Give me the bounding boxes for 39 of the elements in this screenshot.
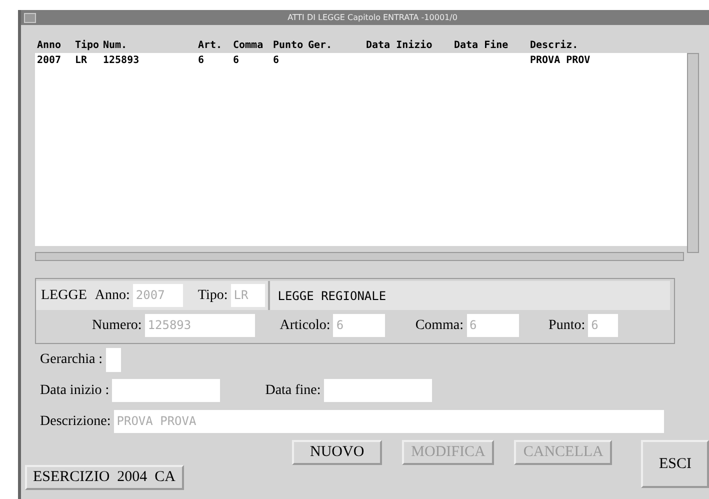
input-field[interactable] bbox=[324, 379, 432, 402]
table-cell-text: 6 bbox=[233, 55, 240, 66]
column-header[interactable]: Data Inizio bbox=[366, 40, 454, 50]
table-cell-text: 125893 bbox=[103, 55, 140, 66]
field-label: Gerarchia : bbox=[40, 352, 103, 368]
field-label: Descrizione: bbox=[40, 414, 111, 430]
table-cell-text: 6 bbox=[198, 55, 206, 66]
table-cell-text: 2007 bbox=[37, 55, 62, 66]
table-cell-text: PROVA PROV bbox=[530, 55, 592, 66]
vertical-scrollbar[interactable] bbox=[687, 53, 699, 253]
field-label: LEGGE bbox=[41, 288, 87, 304]
field-label: Data inizio : bbox=[40, 382, 110, 398]
column-header[interactable]: Num. bbox=[103, 40, 198, 50]
column-header[interactable]: Comma bbox=[233, 40, 273, 50]
exit-button[interactable]: ESCI bbox=[641, 440, 709, 488]
field-label: Data fine: bbox=[265, 382, 321, 398]
column-header[interactable]: Data Fine bbox=[454, 40, 530, 50]
field-label: Numero: bbox=[92, 318, 142, 334]
input-field[interactable] bbox=[112, 379, 220, 402]
status-label: ESERCIZIO 2004 CA bbox=[25, 465, 184, 490]
field-label: Anno: bbox=[94, 288, 130, 304]
window-menu-button[interactable] bbox=[24, 12, 36, 22]
type-description: LEGGE REGIONALE bbox=[268, 281, 670, 310]
table-cell-text: LR bbox=[75, 55, 88, 66]
column-header[interactable]: Ger. bbox=[308, 40, 366, 50]
input-field[interactable] bbox=[106, 348, 121, 372]
field-label: Articolo: bbox=[280, 318, 330, 334]
action-button[interactable]: NUOVO bbox=[292, 440, 382, 465]
field-label: Tipo: bbox=[198, 288, 228, 304]
column-header[interactable]: Punto bbox=[273, 40, 308, 50]
field-label: Punto: bbox=[548, 318, 586, 334]
window-title: ATTI DI LEGGE Capitolo ENTRATA -10001/0 bbox=[286, 13, 458, 22]
column-header[interactable]: Art. bbox=[198, 40, 233, 50]
column-header[interactable]: Tipo bbox=[75, 40, 103, 50]
table-cell-text: 6 bbox=[273, 55, 280, 66]
column-header[interactable]: Anno bbox=[37, 40, 75, 50]
field-label: Comma: bbox=[415, 318, 464, 334]
column-header[interactable]: Descriz. bbox=[530, 40, 600, 50]
horizontal-scrollbar[interactable] bbox=[35, 252, 684, 261]
